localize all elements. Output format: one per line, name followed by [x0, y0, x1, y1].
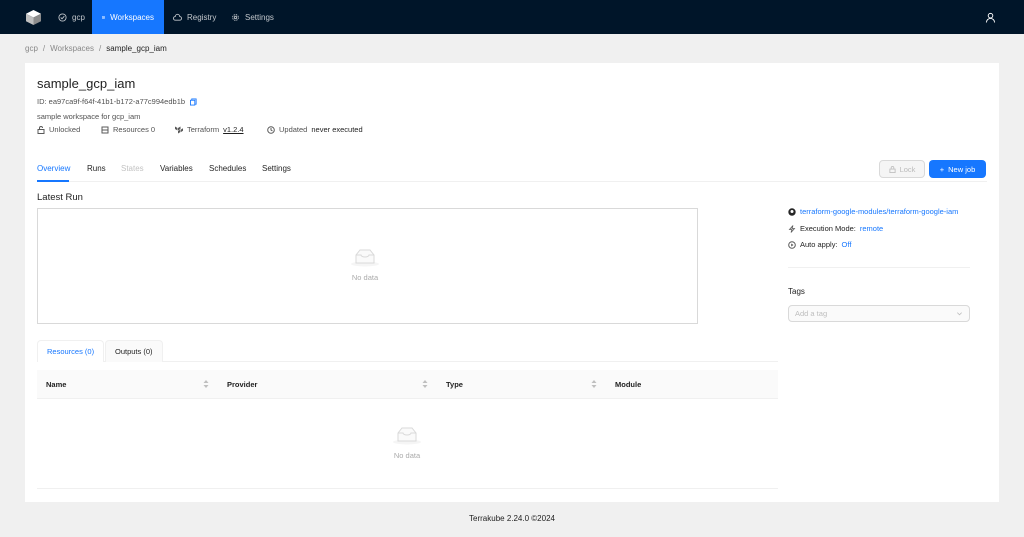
cloud-icon [173, 13, 182, 21]
workspace-description: sample workspace for gcp_iam [37, 112, 141, 121]
tags-title: Tags [788, 287, 805, 296]
tab-settings[interactable]: Settings [262, 164, 291, 173]
tab-outputs[interactable]: Outputs (0) [105, 340, 163, 362]
empty-inbox-icon [351, 249, 379, 267]
database-icon [101, 126, 109, 133]
execution-mode: Execution Mode: remote [788, 224, 883, 233]
sort-icon[interactable] [422, 379, 428, 389]
auto-apply: Auto apply: Off [788, 240, 851, 249]
tab-variables[interactable]: Variables [160, 164, 193, 173]
sort-icon[interactable] [591, 379, 597, 389]
workspace-id: ID: ea97ca9f-f64f-41b1-b172-a77c994edb1b [37, 97, 197, 106]
tab-resources[interactable]: Resources (0) [37, 340, 105, 362]
workspace-id-text: ID: ea97ca9f-f64f-41b1-b172-a77c994edb1b [37, 97, 186, 106]
clock-icon [267, 125, 275, 134]
terraform-version-link[interactable]: v1.2.4 [223, 125, 243, 134]
user-icon[interactable] [985, 12, 996, 23]
unlock-icon [37, 125, 45, 134]
new-job-button[interactable]: + New job [929, 160, 986, 178]
terraform-icon [175, 126, 183, 133]
footer: Terrakube 2.24.0 ©2024 [469, 514, 555, 523]
repository-url[interactable]: terraform-google-modules/terraform-googl… [800, 207, 958, 216]
sort-icon[interactable] [203, 379, 209, 389]
auto-apply-label: Auto apply: [800, 240, 838, 249]
resources-table-header: Name Provider Type Module [37, 370, 778, 399]
lock-button-label: Lock [899, 164, 916, 174]
workspace-tabs: Overview Runs States Variables Schedules… [37, 163, 987, 182]
resources-count: Resources 0 [101, 125, 155, 134]
repository-link[interactable]: terraform-google-modules/terraform-googl… [788, 207, 958, 216]
tab-schedules[interactable]: Schedules [209, 164, 246, 173]
side-divider [788, 267, 970, 268]
grid-icon [102, 15, 105, 19]
new-job-label: New job [948, 164, 976, 174]
lock-status-text: Unlocked [49, 125, 81, 134]
nav-workspaces[interactable]: Workspaces [92, 0, 164, 34]
breadcrumb-current: sample_gcp_iam [106, 44, 167, 53]
tag-select[interactable]: Add a tag [788, 305, 970, 322]
plus-icon: + [939, 164, 945, 174]
github-icon [788, 207, 796, 216]
updated-value: never executed [311, 125, 363, 134]
nav-settings[interactable]: Settings [221, 0, 284, 34]
tag-select-placeholder: Add a tag [795, 309, 828, 318]
tab-states: States [121, 164, 144, 173]
workspace-card: sample_gcp_iam ID: ea97ca9f-f64f-41b1-b1… [25, 63, 999, 502]
column-header-module[interactable]: Module [615, 380, 641, 389]
updated-status: Updated never executed [267, 125, 363, 134]
empty-inbox-icon [393, 427, 421, 445]
terraform-label: Terraform [187, 125, 220, 134]
nav-registry[interactable]: Registry [163, 0, 226, 34]
empty-state-text: No data [351, 273, 379, 282]
breadcrumb-separator: / [42, 44, 46, 53]
column-header-name[interactable]: Name [46, 380, 66, 389]
updated-label: Updated [279, 125, 308, 134]
auto-apply-value[interactable]: Off [842, 240, 852, 249]
tab-overview[interactable]: Overview [37, 164, 70, 173]
breadcrumb-separator: / [99, 44, 102, 53]
table-bottom-border [37, 488, 778, 489]
tab-runs[interactable]: Runs [87, 164, 106, 173]
resources-count-text: Resources 0 [113, 125, 156, 134]
column-header-type[interactable]: Type [446, 380, 463, 389]
top-navigation: gcp Workspaces Registry Settings [0, 0, 1024, 34]
table-empty-state: No data [392, 425, 422, 460]
nav-workspaces-label: Workspaces [110, 12, 154, 22]
breadcrumb: gcp / Workspaces / sample_gcp_iam [25, 44, 167, 53]
lock-button[interactable]: Lock [879, 160, 925, 178]
chevron-down-icon [957, 312, 962, 316]
tab-outputs-label: Outputs (0) [115, 347, 153, 356]
nav-settings-label: Settings [245, 12, 274, 22]
lightning-icon [788, 224, 796, 233]
latest-run-panel: No data [37, 208, 698, 324]
nav-registry-label: Registry [187, 12, 217, 22]
page-title: sample_gcp_iam [37, 76, 136, 91]
active-tab-indicator [37, 180, 69, 182]
play-circle-icon [788, 240, 796, 249]
lock-status: Unlocked [37, 125, 80, 134]
org-selector[interactable]: gcp [48, 0, 95, 34]
copy-icon[interactable] [190, 98, 197, 106]
table-empty-text: No data [393, 451, 421, 460]
column-header-provider[interactable]: Provider [227, 380, 257, 389]
breadcrumb-org[interactable]: gcp [25, 44, 38, 53]
latest-run-title: Latest Run [37, 192, 83, 203]
org-label: gcp [72, 12, 85, 22]
terrakube-logo-icon[interactable] [26, 10, 41, 25]
org-icon [58, 12, 67, 22]
resources-outputs-tabs: Resources (0) Outputs (0) [37, 340, 778, 362]
gear-icon [232, 13, 239, 21]
empty-state: No data [350, 247, 380, 282]
tab-resources-label: Resources (0) [47, 347, 95, 356]
breadcrumb-workspaces[interactable]: Workspaces [50, 44, 94, 53]
execution-mode-value[interactable]: remote [860, 224, 883, 233]
execution-mode-label: Execution Mode: [800, 224, 856, 233]
terraform-version: Terraform v1.2.4 [175, 125, 244, 134]
lock-icon [889, 165, 896, 173]
